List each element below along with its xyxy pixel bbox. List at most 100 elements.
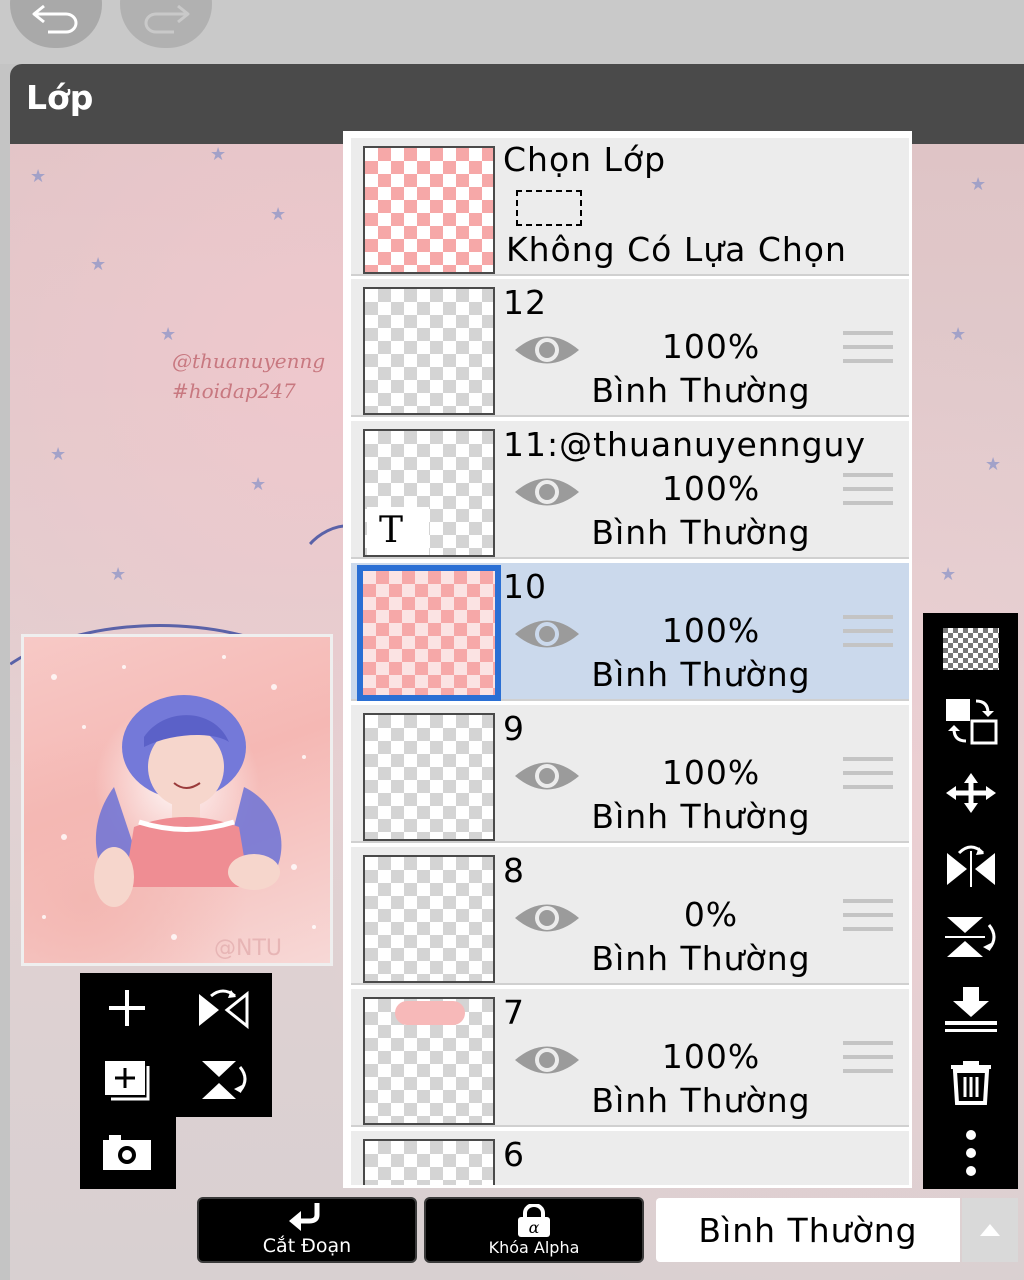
panel-title: Lớp <box>26 78 94 117</box>
layer-opacity[interactable]: 100% <box>641 753 781 792</box>
layer-blend-mode: Bình Thường <box>591 513 811 552</box>
blend-mode-select[interactable]: Bình Thường <box>656 1198 960 1262</box>
left-toolbar <box>80 973 272 1189</box>
merge-down-button[interactable] <box>923 973 1018 1045</box>
layer-name: 10 <box>503 567 547 606</box>
star-decoration: ★ <box>90 254 107 275</box>
selection-marquee-icon <box>516 190 582 226</box>
eye-icon[interactable] <box>513 897 581 939</box>
drag-handle-icon[interactable] <box>843 473 893 507</box>
star-decoration: ★ <box>250 474 267 495</box>
layer-thumbnail <box>363 1139 495 1185</box>
star-decoration: ★ <box>50 444 67 465</box>
preview-signature: @NTU <box>214 936 282 961</box>
add-layer-copy-button[interactable] <box>82 1045 172 1115</box>
layer-thumbnail <box>363 713 495 841</box>
canvas-preview[interactable]: @NTU <box>21 634 333 966</box>
delete-layer-button[interactable] <box>923 1045 1018 1117</box>
drag-handle-icon[interactable] <box>843 615 893 649</box>
top-bar <box>0 0 1024 64</box>
undo-icon <box>32 4 78 34</box>
layer-row[interactable]: 7 100% Bình Thường <box>351 989 909 1127</box>
add-layer-icon <box>109 990 145 1026</box>
trash-icon <box>950 1061 991 1105</box>
layer-opacity[interactable]: 0% <box>641 895 781 934</box>
layer-name: 8 <box>503 851 525 890</box>
clipping-arrow-icon <box>289 1203 320 1231</box>
drag-handle-icon[interactable] <box>843 899 893 933</box>
layer-opacity[interactable]: 100% <box>641 469 781 508</box>
star-decoration: ★ <box>110 564 127 585</box>
add-layer-copy-icon <box>105 1061 150 1101</box>
layer-list[interactable]: Chọn Lớp Không Có Lựa Chọn 12 100% Bình … <box>343 131 912 1188</box>
layer-opacity[interactable]: 100% <box>641 327 781 366</box>
layer-thumbnail <box>363 287 495 415</box>
camera-icon <box>103 1135 151 1170</box>
add-layer-button[interactable] <box>82 973 172 1043</box>
blend-mode-dropdown-button[interactable] <box>962 1198 1018 1262</box>
layer-opacity[interactable]: 100% <box>641 1179 781 1185</box>
layer-thumbnail <box>363 855 495 983</box>
clipping-label: Cắt Đoạn <box>262 1235 352 1257</box>
layer-row-selected[interactable]: 10 100% Bình Thường <box>351 563 909 701</box>
layer-row[interactable]: 9 100% Bình Thường <box>351 705 909 843</box>
text-layer-badge: T <box>367 507 429 555</box>
layer-name: 7 <box>503 993 525 1032</box>
flip-horizontal-icon <box>946 845 995 887</box>
thumbnail-content <box>395 1001 465 1025</box>
layer-name: 12 <box>503 283 547 322</box>
redo-button[interactable] <box>120 0 212 48</box>
swap-layer-button[interactable] <box>923 685 1018 757</box>
star-decoration: ★ <box>950 324 967 345</box>
star-decoration: ★ <box>30 166 47 187</box>
redo-icon <box>144 4 190 34</box>
eye-icon[interactable] <box>513 613 581 655</box>
eye-icon[interactable] <box>513 755 581 797</box>
layer-row[interactable]: 6 100% <box>351 1131 909 1188</box>
layer-blend-mode: Bình Thường <box>591 939 811 978</box>
flip-vertical-button[interactable] <box>923 901 1018 973</box>
layer-thumbnail: T <box>363 429 495 557</box>
star-decoration: ★ <box>210 144 227 165</box>
merge-down-icon <box>944 987 997 1032</box>
layer-row[interactable]: 8 0% Bình Thường <box>351 847 909 985</box>
undo-button[interactable] <box>10 0 102 48</box>
move-icon <box>945 773 996 813</box>
layer-row[interactable]: 12 100% Bình Thường <box>351 279 909 417</box>
star-decoration: ★ <box>940 564 957 585</box>
layer-row[interactable]: T 11:@thuanuyennguy 100% Bình Thường <box>351 421 909 559</box>
drag-handle-icon[interactable] <box>843 757 893 791</box>
watermark-hashtag: #hoidap247 <box>172 379 296 403</box>
drag-handle-icon[interactable] <box>843 331 893 365</box>
flip-horizontal-button[interactable] <box>178 973 268 1043</box>
eye-icon[interactable] <box>513 329 581 371</box>
eye-icon[interactable] <box>513 1181 581 1188</box>
flip-horizontal-button[interactable] <box>923 829 1018 901</box>
flip-horizontal-icon <box>199 989 249 1030</box>
transparency-button[interactable] <box>923 613 1018 685</box>
move-button[interactable] <box>923 757 1018 829</box>
svg-text:α: α <box>529 1218 540 1237</box>
alpha-lock-button[interactable]: α Khóa Alpha <box>424 1197 644 1263</box>
layer-blend-mode: Bình Thường <box>591 371 811 410</box>
selection-layer-row[interactable]: Chọn Lớp Không Có Lựa Chọn <box>351 138 909 276</box>
clipping-button[interactable]: Cắt Đoạn <box>197 1197 417 1263</box>
selection-layer-title: Chọn Lớp <box>503 140 667 179</box>
more-options-button[interactable] <box>923 1117 1018 1189</box>
watermark-handle: @thuanuyenng <box>172 349 326 373</box>
layer-opacity[interactable]: 100% <box>641 1037 781 1076</box>
layer-thumbnail <box>357 565 501 701</box>
eye-icon[interactable] <box>513 1039 581 1081</box>
flip-vertical-button[interactable] <box>178 1045 268 1115</box>
lock-icon: α <box>518 1204 550 1237</box>
layer-opacity[interactable]: 100% <box>641 611 781 650</box>
selection-layer-thumbnail <box>363 146 495 274</box>
camera-button[interactable] <box>82 1117 172 1187</box>
right-toolbar <box>923 613 1018 1189</box>
more-icon <box>965 1130 976 1176</box>
layer-name: 11:@thuanuyennguy <box>503 425 866 464</box>
star-decoration: ★ <box>970 174 987 195</box>
drag-handle-icon[interactable] <box>843 1041 893 1075</box>
eye-icon[interactable] <box>513 471 581 513</box>
star-decoration: ★ <box>985 454 1002 475</box>
